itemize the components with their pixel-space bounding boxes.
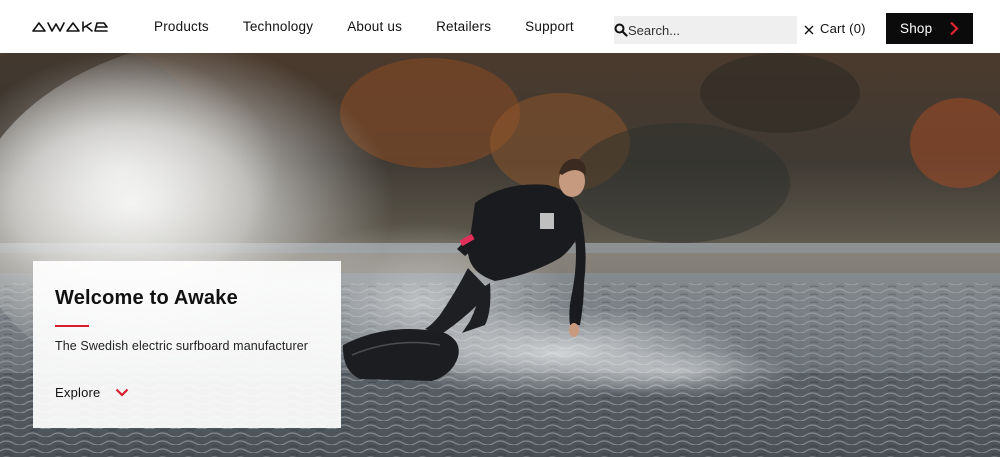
cart-link[interactable]: Cart (0) (820, 21, 866, 36)
search-icon[interactable] (614, 16, 628, 44)
shop-button-label: Shop (900, 21, 933, 36)
close-icon[interactable] (804, 16, 814, 44)
nav-item-support[interactable]: Support (525, 19, 574, 34)
chevron-right-icon (950, 21, 959, 36)
nav-item-about-us[interactable]: About us (347, 19, 402, 34)
explore-label: Explore (55, 385, 101, 400)
shop-button[interactable]: Shop (886, 13, 973, 44)
search-input[interactable] (628, 16, 804, 44)
page-title: Welcome to Awake (55, 287, 238, 309)
nav-item-products[interactable]: Products (154, 19, 209, 34)
main-nav: Products Technology About us Retailers S… (154, 0, 608, 53)
explore-button[interactable]: Explore (55, 385, 129, 400)
site-header: Products Technology About us Retailers S… (0, 0, 1000, 53)
chevron-down-icon (116, 388, 129, 397)
awake-wordmark-icon (32, 21, 108, 32)
nav-item-retailers[interactable]: Retailers (436, 19, 491, 34)
nav-item-technology[interactable]: Technology (243, 19, 313, 34)
title-divider (55, 325, 89, 327)
awake-logo[interactable] (32, 20, 128, 34)
hero-section: Welcome to Awake The Swedish electric su… (0, 53, 1000, 457)
welcome-card: Welcome to Awake The Swedish electric su… (33, 261, 341, 428)
search-box (614, 16, 814, 44)
hero-subtitle: The Swedish electric surfboard manufactu… (55, 339, 309, 353)
